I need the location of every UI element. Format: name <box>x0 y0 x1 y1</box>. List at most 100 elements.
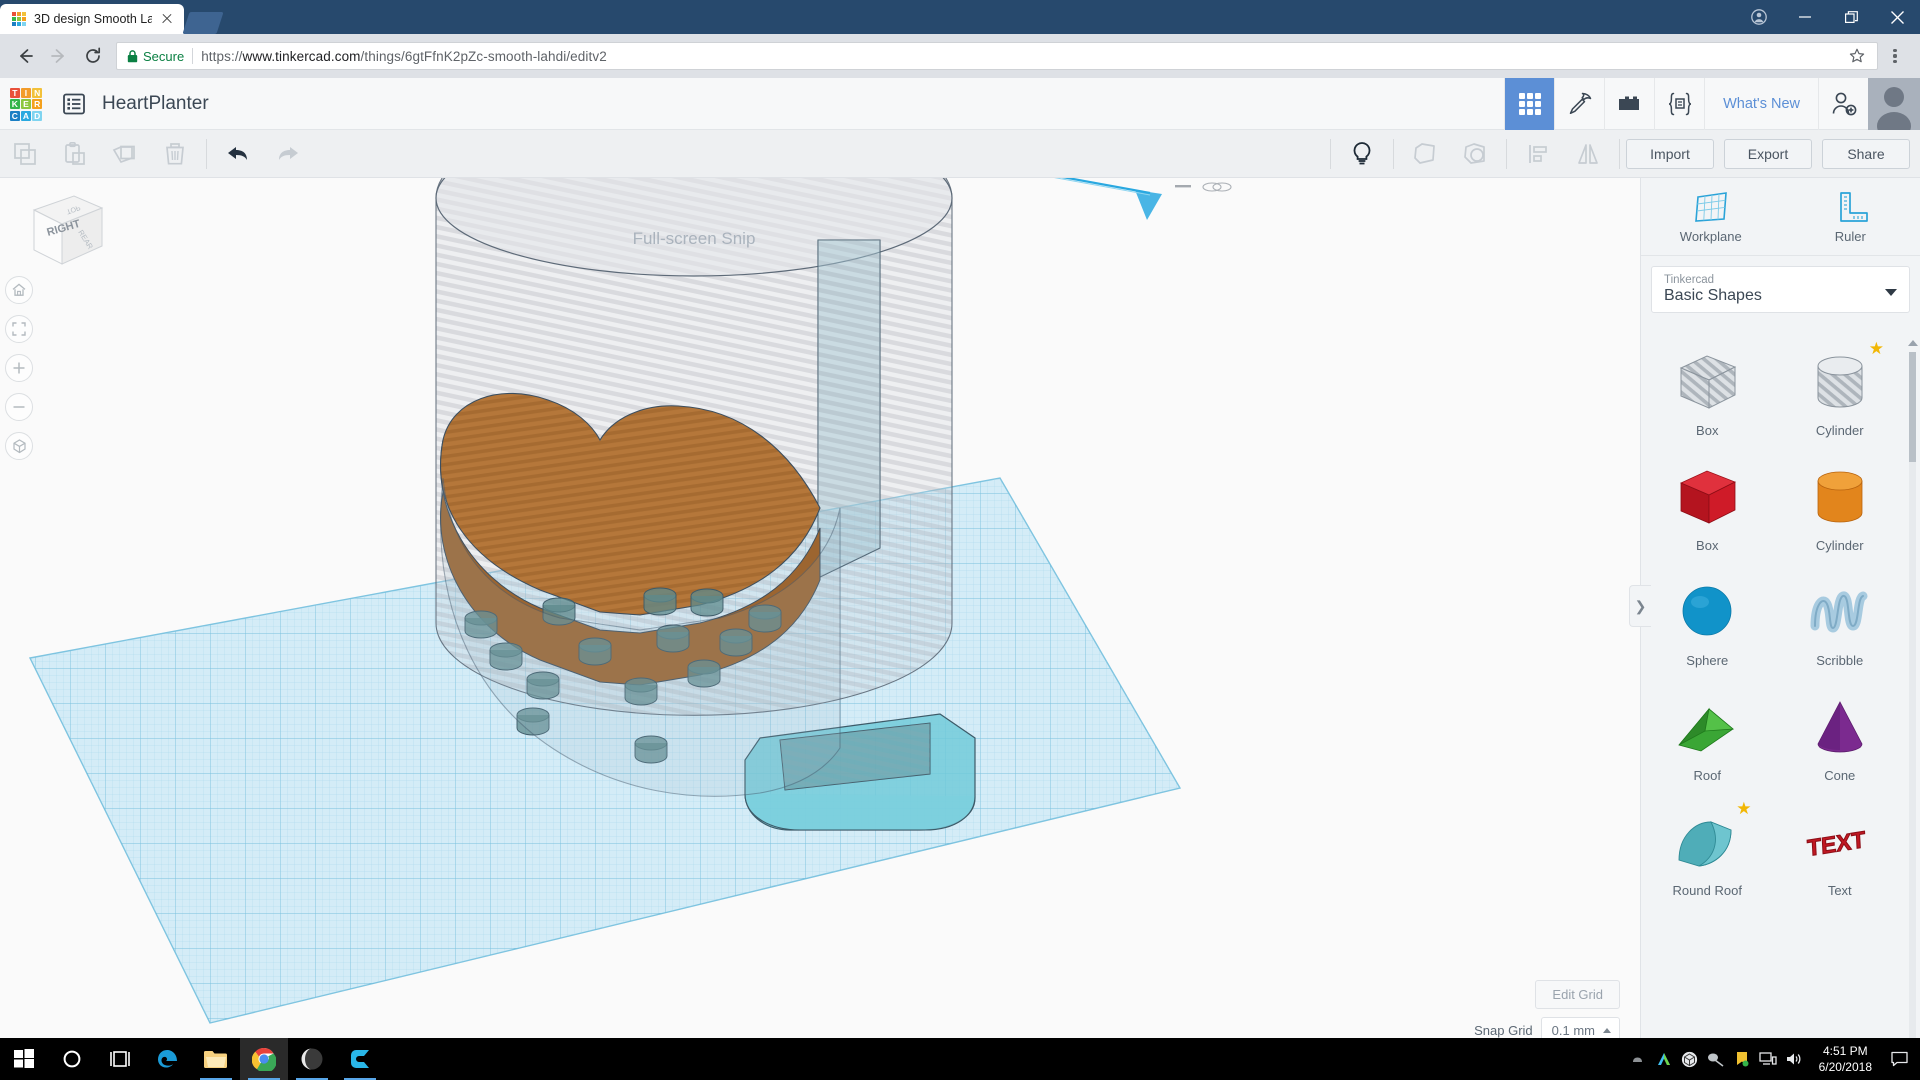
snap-grid-value: 0.1 mm <box>1551 1023 1595 1038</box>
reload-button[interactable] <box>76 39 110 73</box>
bookmark-icon[interactable] <box>1729 1038 1755 1080</box>
3d-viewport[interactable]: Full-screen Snip RIGHT REAR TOP Edit Gri… <box>0 178 1640 1058</box>
orthographic-toggle-button[interactable] <box>5 432 33 460</box>
shape-cylinder-orange[interactable]: Cylinder <box>1774 454 1907 569</box>
edge-browser-icon[interactable] <box>144 1038 192 1080</box>
task-view-icon[interactable] <box>96 1038 144 1080</box>
windows-taskbar: 4:51 PM 6/20/2018 <box>0 1038 1920 1080</box>
favorite-star-icon[interactable]: ★ <box>1736 799 1751 819</box>
redo-button[interactable] <box>263 130 313 178</box>
shape-scribble[interactable]: Scribble <box>1774 569 1907 684</box>
group-button[interactable] <box>1400 130 1450 178</box>
browser-tab[interactable]: 3D design Smooth Lahdi <box>0 4 184 34</box>
ruler-widget[interactable] <box>1013 178 1232 220</box>
duplicate-button[interactable] <box>100 130 150 178</box>
minimize-window-button[interactable] <box>1782 0 1828 34</box>
cura-app-icon[interactable] <box>336 1038 384 1080</box>
3d-scene[interactable]: Full-screen Snip <box>0 178 1640 1058</box>
close-window-button[interactable] <box>1874 0 1920 34</box>
file-explorer-icon[interactable] <box>192 1038 240 1080</box>
shape-sphere-blue[interactable]: Sphere <box>1641 569 1774 684</box>
profile-icon[interactable] <box>1736 0 1782 34</box>
favorite-star-icon[interactable]: ★ <box>1869 339 1884 359</box>
start-button[interactable] <box>0 1038 48 1080</box>
history-tool-group <box>213 130 313 178</box>
import-button[interactable]: Import <box>1626 138 1714 169</box>
transparent-slot[interactable] <box>817 239 881 579</box>
mouse-icon[interactable] <box>1703 1038 1729 1080</box>
scroll-up-arrow[interactable] <box>1908 340 1918 346</box>
taskbar-clock[interactable]: 4:51 PM 6/20/2018 <box>1807 1043 1884 1075</box>
action-center-icon[interactable] <box>1884 1038 1914 1080</box>
3d-design-grid-icon[interactable] <box>1504 77 1555 130</box>
bookmark-star-icon[interactable] <box>1847 46 1867 66</box>
sidebar-scrollbar[interactable] <box>1908 338 1918 1052</box>
design-title[interactable]: HeartPlanter <box>102 93 209 115</box>
scrollbar-thumb[interactable] <box>1909 352 1916 462</box>
light-bulb-button[interactable] <box>1337 130 1387 178</box>
align-button[interactable] <box>1513 130 1563 178</box>
fit-to-view-button[interactable] <box>5 315 33 343</box>
shape-box-hole[interactable]: Box <box>1641 339 1774 454</box>
collapse-panel-button[interactable]: ❯ <box>1629 585 1651 627</box>
browser-tab-title: 3D design Smooth Lahdi <box>34 12 152 26</box>
3d-builder-icon[interactable] <box>1677 1038 1703 1080</box>
address-bar[interactable]: Secure https://www.tinkercad.com/things/… <box>116 42 1878 70</box>
header-tools: What's New <box>1504 77 1920 130</box>
cortana-search-icon[interactable] <box>48 1038 96 1080</box>
tinkercad-logo[interactable]: TIN KER CAD <box>10 87 42 121</box>
network-icon[interactable] <box>1755 1038 1781 1080</box>
shape-round-roof[interactable]: ★ Round Roof <box>1641 799 1774 914</box>
blocks-brick-icon[interactable] <box>1604 77 1654 130</box>
autodesk-icon[interactable] <box>1651 1038 1677 1080</box>
edit-grid-button[interactable]: Edit Grid <box>1535 980 1620 1009</box>
zoom-out-button[interactable] <box>5 393 33 421</box>
zoom-in-button[interactable] <box>5 354 33 382</box>
window-controls <box>1736 0 1920 34</box>
mirror-button[interactable] <box>1563 130 1613 178</box>
view-cube[interactable]: RIGHT REAR TOP <box>16 188 104 272</box>
minecraft-pickaxe-icon[interactable] <box>1554 77 1604 130</box>
shape-roof-green[interactable]: Roof <box>1641 684 1774 799</box>
shape-text[interactable]: TEXT Text <box>1774 799 1907 914</box>
export-button[interactable]: Export <box>1724 138 1812 169</box>
whats-new-link[interactable]: What's New <box>1704 77 1818 130</box>
roof-icon <box>1671 692 1743 764</box>
ruler-icon <box>1840 192 1869 222</box>
shape-label: Cone <box>1824 768 1856 783</box>
new-tab-button[interactable] <box>182 12 224 34</box>
ungroup-button[interactable] <box>1450 130 1500 178</box>
paste-button[interactable] <box>50 130 100 178</box>
codeblocks-icon[interactable] <box>1654 77 1704 130</box>
shape-cone-purple[interactable]: Cone <box>1774 684 1907 799</box>
user-avatar[interactable] <box>1868 77 1920 130</box>
chrome-browser-icon[interactable] <box>240 1038 288 1080</box>
undo-button[interactable] <box>213 130 263 178</box>
home-view-button[interactable] <box>5 276 33 304</box>
add-person-icon[interactable] <box>1818 77 1868 130</box>
shape-cylinder-hole[interactable]: ★ Cylinder <box>1774 339 1907 454</box>
volume-icon[interactable] <box>1781 1038 1807 1080</box>
edit-tool-group <box>0 130 200 178</box>
back-button[interactable] <box>8 39 42 73</box>
shape-grid: Box ★ Cylinder Box Cylinder Sphere Scrib… <box>1641 333 1906 1058</box>
sphere-app-icon[interactable] <box>288 1038 336 1080</box>
chevron-up-icon <box>1603 1028 1611 1033</box>
lock-icon <box>127 49 138 62</box>
maximize-window-button[interactable] <box>1828 0 1874 34</box>
delete-button[interactable] <box>150 130 200 178</box>
close-tab-icon[interactable] <box>160 12 174 26</box>
ruler-tool[interactable]: Ruler <box>1781 178 1920 255</box>
shape-label: Roof <box>1693 768 1721 783</box>
chrome-menu-button[interactable] <box>1878 39 1912 73</box>
shape-box-red[interactable]: Box <box>1641 454 1774 569</box>
shape-library-select[interactable]: Tinkercad Basic Shapes <box>1651 266 1910 313</box>
design-list-icon[interactable] <box>62 92 86 116</box>
toolbar-divider-3 <box>1393 138 1394 169</box>
box-hole-icon <box>1671 347 1743 419</box>
show-hidden-icons-arrow[interactable] <box>1625 1038 1651 1080</box>
view-nav-buttons <box>5 276 33 460</box>
workplane-tool[interactable]: Workplane <box>1641 178 1781 255</box>
copy-button[interactable] <box>0 130 50 178</box>
share-button[interactable]: Share <box>1822 138 1910 169</box>
